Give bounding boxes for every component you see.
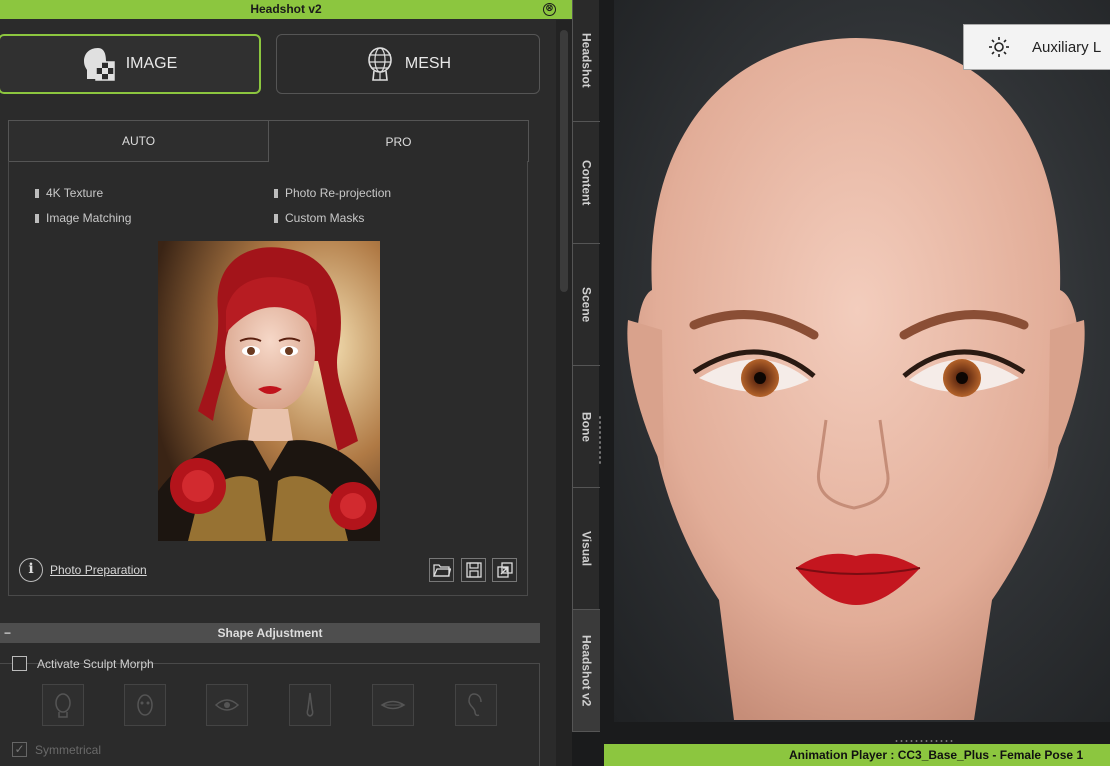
export-icon bbox=[496, 562, 513, 578]
animation-player-status-bar: Animation Player : CC3_Base_Plus - Femal… bbox=[604, 744, 1110, 766]
tab-headshot-v2-label: Headshot v2 bbox=[579, 634, 594, 707]
ear-icon bbox=[468, 693, 482, 717]
feature-item: Custom Masks bbox=[274, 211, 364, 225]
sculpt-face-button[interactable] bbox=[124, 684, 166, 726]
feature-label: Photo Re-projection bbox=[285, 186, 392, 200]
vertical-tab-bar: Headshot Content Scene Bone Visual Heads… bbox=[572, 0, 600, 732]
feature-label: Image Matching bbox=[46, 211, 132, 225]
shape-adjustment-title: Shape Adjustment bbox=[217, 626, 323, 640]
image-mode-label: IMAGE bbox=[125, 55, 178, 72]
tab-content[interactable]: Content bbox=[573, 122, 600, 244]
feature-label: 4K Texture bbox=[46, 186, 104, 200]
mode-tabs: AUTO PRO bbox=[8, 120, 529, 162]
tab-pro[interactable]: PRO bbox=[269, 120, 529, 162]
tab-bone-label: Bone bbox=[579, 411, 594, 442]
export-button[interactable] bbox=[492, 558, 517, 582]
headshot-panel: Headshot v2 ⊗ IMAGE MESH AUTO PRO 4K Tex… bbox=[0, 0, 572, 766]
folder-icon bbox=[432, 564, 451, 577]
activate-sculpt-row: Activate Sculpt Morph bbox=[12, 656, 154, 671]
3d-viewport[interactable] bbox=[614, 0, 1110, 722]
mesh-mode-icon bbox=[368, 47, 392, 81]
photo-preparation-link[interactable]: Photo Preparation bbox=[50, 563, 147, 577]
feature-item: Photo Re-projection bbox=[274, 186, 391, 200]
panel-scrollbar[interactable] bbox=[556, 20, 572, 766]
image-mode-button[interactable]: IMAGE bbox=[0, 34, 261, 94]
collapse-icon[interactable]: − bbox=[4, 623, 11, 643]
auxiliary-light-button[interactable]: Auxiliary L bbox=[963, 24, 1110, 70]
panel-titlebar: Headshot v2 ⊗ bbox=[0, 0, 572, 19]
image-mode-icon bbox=[83, 48, 115, 81]
symmetrical-label: Symmetrical bbox=[35, 742, 102, 757]
sculpt-mouth-button[interactable] bbox=[372, 684, 414, 726]
tab-visual[interactable]: Visual bbox=[573, 488, 600, 610]
face-icon bbox=[137, 694, 153, 716]
sculpt-eye-button[interactable] bbox=[206, 684, 248, 726]
tab-headshot[interactable]: Headshot bbox=[573, 0, 600, 122]
panel-title: Headshot v2 bbox=[250, 2, 322, 16]
tab-headshot-label: Headshot bbox=[579, 33, 594, 88]
tab-scene[interactable]: Scene bbox=[573, 244, 600, 366]
source-photo[interactable] bbox=[158, 241, 380, 541]
feature-label: Custom Masks bbox=[285, 211, 365, 225]
close-button[interactable]: ⊗ bbox=[543, 3, 556, 16]
feature-item: Image Matching bbox=[35, 211, 131, 225]
nose-icon bbox=[306, 692, 314, 717]
scroll-thumb[interactable] bbox=[560, 30, 568, 292]
activate-sculpt-checkbox[interactable] bbox=[12, 656, 27, 671]
tab-visual-label: Visual bbox=[579, 530, 594, 567]
tab-content-label: Content bbox=[579, 159, 594, 206]
mouth-icon bbox=[380, 700, 406, 710]
symmetrical-row: ✓ Symmetrical bbox=[12, 742, 101, 757]
sculpt-head-button[interactable] bbox=[42, 684, 84, 726]
symmetrical-checkbox[interactable]: ✓ bbox=[12, 742, 27, 757]
auxiliary-light-label: Auxiliary L bbox=[1032, 38, 1102, 56]
save-icon bbox=[465, 562, 482, 578]
photo-prep-row: i Photo Preparation bbox=[19, 558, 147, 582]
tab-headshot-v2[interactable]: Headshot v2 bbox=[573, 610, 600, 732]
sun-icon bbox=[989, 37, 1009, 57]
tab-bone[interactable]: Bone bbox=[573, 366, 600, 488]
viewport-resize-grip[interactable] bbox=[894, 739, 954, 743]
tab-auto[interactable]: AUTO bbox=[8, 120, 269, 162]
mesh-mode-button[interactable]: MESH bbox=[276, 34, 540, 94]
mesh-mode-label: MESH bbox=[404, 55, 452, 72]
shape-adjustment-header[interactable]: − Shape Adjustment bbox=[0, 623, 540, 643]
bullet-icon bbox=[35, 213, 39, 223]
bullet-icon bbox=[35, 188, 39, 198]
feature-item: 4K Texture bbox=[35, 186, 103, 200]
open-folder-button[interactable] bbox=[429, 558, 454, 582]
head-model bbox=[627, 38, 1085, 720]
eye-icon bbox=[214, 699, 240, 711]
sculpt-nose-button[interactable] bbox=[289, 684, 331, 726]
activate-sculpt-label: Activate Sculpt Morph bbox=[37, 656, 154, 671]
sculpt-ear-button[interactable] bbox=[455, 684, 497, 726]
bullet-icon bbox=[274, 213, 278, 223]
tab-scene-label: Scene bbox=[579, 286, 594, 323]
head-icon bbox=[55, 693, 71, 718]
save-button[interactable] bbox=[461, 558, 486, 582]
bullet-icon bbox=[274, 188, 278, 198]
app-window: Headshot v2 ⊗ IMAGE MESH AUTO PRO 4K Tex… bbox=[0, 0, 1110, 766]
info-icon[interactable]: i bbox=[19, 558, 43, 582]
